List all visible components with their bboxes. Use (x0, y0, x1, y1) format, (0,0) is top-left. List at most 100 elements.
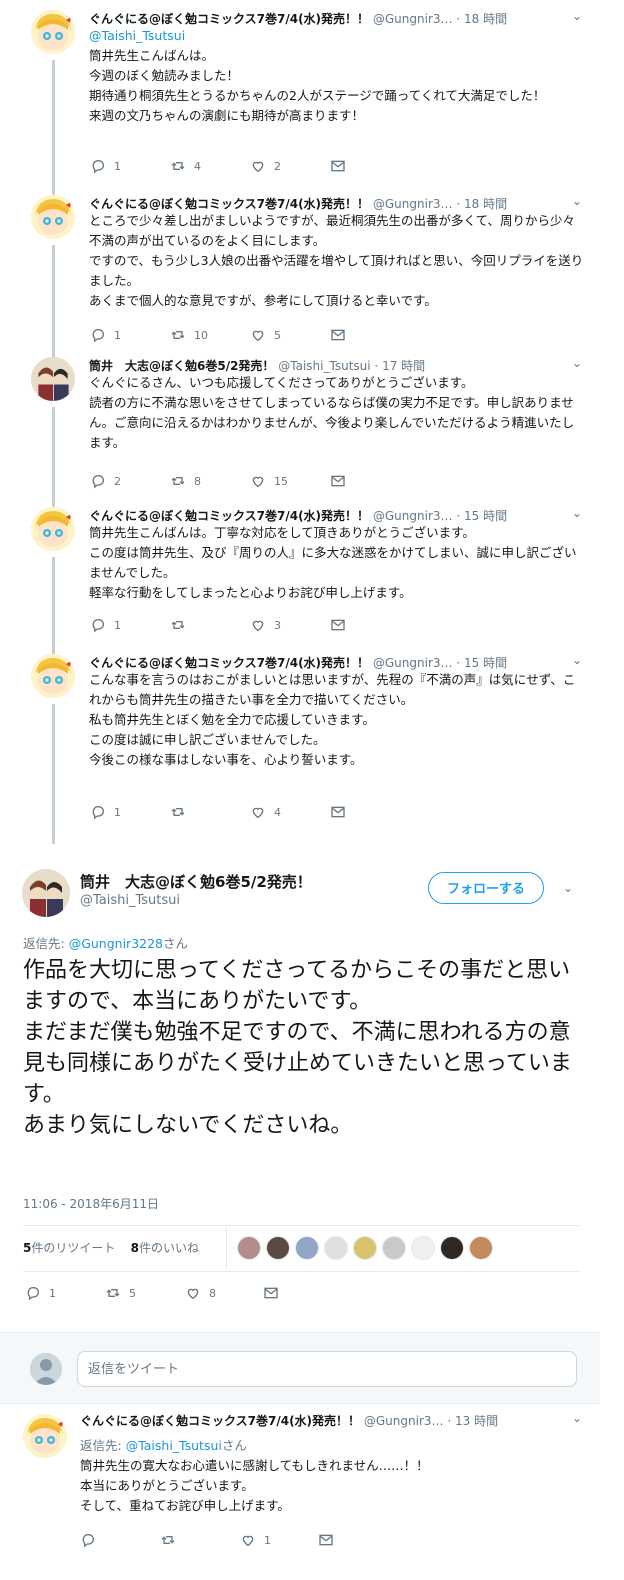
dm-action[interactable] (330, 473, 346, 489)
dm-action[interactable] (318, 1532, 334, 1548)
envelope-icon[interactable] (330, 804, 346, 820)
envelope-icon[interactable] (318, 1532, 334, 1548)
author-name[interactable]: ぐんぐにる@ぼく勉コミックス7巻7/4(水)発売！！ (89, 509, 369, 523)
author-name[interactable]: ぐんぐにる@ぼく勉コミックス7巻7/4(水)発売！！ (89, 197, 369, 211)
reply-action[interactable]: 2 (90, 473, 121, 489)
like-action[interactable]: 2 (250, 158, 281, 174)
mention-link[interactable]: @Taishi_Tsutsui (89, 26, 585, 46)
tweet-time[interactable]: 13 時間 (455, 1414, 498, 1428)
retweet-action[interactable] (170, 617, 194, 633)
reply-action[interactable] (80, 1532, 104, 1548)
reply-action[interactable]: 1 (90, 804, 121, 820)
like-stat[interactable]: 8件のいいね (131, 1241, 199, 1255)
heart-icon[interactable] (185, 1285, 201, 1301)
tweet-timestamp[interactable]: 11:06 - 2018年6月11日 (23, 1195, 159, 1212)
liker-avatar[interactable] (295, 1236, 319, 1260)
dm-action[interactable] (330, 804, 346, 820)
chevron-down-icon[interactable]: ⌄ (572, 194, 582, 208)
retweet-icon[interactable] (160, 1532, 176, 1548)
retweet-action[interactable] (170, 804, 194, 820)
reply-icon[interactable] (90, 327, 106, 343)
dm-action[interactable] (330, 327, 346, 343)
liker-avatar[interactable] (266, 1236, 290, 1260)
author-name[interactable]: ぐんぐにる@ぼく勉コミックス7巻7/4(水)発売！！ (80, 1414, 360, 1428)
like-action[interactable]: 5 (250, 327, 281, 343)
envelope-icon[interactable] (263, 1285, 279, 1301)
like-action[interactable]: 8 (185, 1285, 216, 1301)
author-handle[interactable]: @Gungnir3… (373, 656, 453, 670)
chevron-down-icon[interactable]: ⌄ (572, 1411, 582, 1425)
author-avatar[interactable] (31, 195, 75, 239)
thread-tweet[interactable]: ぐんぐにる@ぼく勉コミックス7巻7/4(水)発売！！ @Gungnir3… · … (0, 644, 600, 844)
author-handle[interactable]: @Taishi_Tsutsui (278, 359, 370, 373)
envelope-icon[interactable] (330, 473, 346, 489)
author-name[interactable]: ぐんぐにる@ぼく勉コミックス7巻7/4(水)発売！！ (89, 12, 369, 26)
author-handle[interactable]: @Gungnir3… (373, 197, 453, 211)
heart-icon[interactable] (250, 804, 266, 820)
reply-context-mention[interactable]: @Taishi_Tsutsui (126, 1438, 222, 1453)
author-name[interactable]: 筒井 大志@ぼく勉6巻5/2発売！ (89, 359, 274, 373)
reply-tweet[interactable]: ぐんぐにる@ぼく勉コミックス7巻7/4(水)発売！！ @Gungnir3… · … (0, 1402, 600, 1580)
author-name[interactable]: 筒井 大志@ぼく勉6巻5/2発売！ (80, 871, 312, 892)
envelope-icon[interactable] (330, 327, 346, 343)
retweet-action[interactable]: 5 (105, 1285, 136, 1301)
chevron-down-icon[interactable]: ⌄ (572, 506, 582, 520)
tweet-time[interactable]: 15 時間 (464, 656, 507, 670)
retweet-stat[interactable]: 5件のリツイート (23, 1241, 115, 1255)
reply-input[interactable] (77, 1351, 577, 1387)
follow-button[interactable]: フォローする (428, 872, 544, 904)
author-avatar[interactable] (31, 357, 75, 401)
chevron-down-icon[interactable]: ⌄ (572, 356, 582, 370)
current-user-avatar[interactable] (30, 1353, 62, 1385)
tweet-time[interactable]: 18 時間 (464, 12, 507, 26)
envelope-icon[interactable] (330, 158, 346, 174)
retweet-icon[interactable] (170, 473, 186, 489)
retweet-action[interactable] (160, 1532, 184, 1548)
like-action[interactable]: 15 (250, 473, 288, 489)
liker-avatar[interactable] (440, 1236, 464, 1260)
dm-action[interactable] (330, 617, 346, 633)
author-name[interactable]: ぐんぐにる@ぼく勉コミックス7巻7/4(水)発売！！ (89, 656, 369, 670)
like-action[interactable]: 3 (250, 617, 281, 633)
author-avatar[interactable] (31, 507, 75, 551)
author-handle[interactable]: @Taishi_Tsutsui (80, 893, 180, 908)
reply-action[interactable]: 1 (90, 617, 121, 633)
author-handle[interactable]: @Gungnir3… (373, 509, 453, 523)
tweet-time[interactable]: 15 時間 (464, 509, 507, 523)
heart-icon[interactable] (250, 327, 266, 343)
reply-icon[interactable] (90, 158, 106, 174)
thread-tweet[interactable]: ぐんぐにる@ぼく勉コミックス7巻7/4(水)発売！！ @Gungnir3… · … (0, 185, 600, 360)
reply-icon[interactable] (90, 473, 106, 489)
like-action[interactable]: 4 (250, 804, 281, 820)
reply-icon[interactable] (90, 617, 106, 633)
reply-context-mention[interactable]: @Gungnir3228 (69, 936, 163, 951)
envelope-icon[interactable] (330, 617, 346, 633)
liker-avatar[interactable] (324, 1236, 348, 1260)
reply-icon[interactable] (90, 804, 106, 820)
chevron-down-icon[interactable]: ⌄ (572, 653, 582, 667)
liker-avatar[interactable] (237, 1236, 261, 1260)
liker-avatar[interactable] (469, 1236, 493, 1260)
dm-action[interactable] (330, 158, 346, 174)
author-avatar[interactable] (31, 10, 75, 54)
liker-avatar[interactable] (353, 1236, 377, 1260)
thread-tweet[interactable]: ぐんぐにる@ぼく勉コミックス7巻7/4(水)発売！！ @Gungnir3… · … (0, 0, 600, 198)
retweet-action[interactable]: 10 (170, 327, 208, 343)
heart-icon[interactable] (250, 158, 266, 174)
liker-avatar[interactable] (411, 1236, 435, 1260)
author-handle[interactable]: @Gungnir3… (373, 12, 453, 26)
author-avatar[interactable] (23, 1414, 67, 1458)
chevron-down-icon[interactable]: ⌄ (572, 9, 582, 23)
thread-tweet[interactable]: ぐんぐにる@ぼく勉コミックス7巻7/4(水)発売！！ @Gungnir3… · … (0, 497, 600, 657)
reply-icon[interactable] (25, 1285, 41, 1301)
reply-action[interactable]: 1 (90, 327, 121, 343)
dm-action[interactable] (263, 1285, 279, 1301)
liker-avatar[interactable] (382, 1236, 406, 1260)
author-avatar[interactable] (31, 654, 75, 698)
retweet-action[interactable]: 4 (170, 158, 201, 174)
author-handle[interactable]: @Gungnir3… (364, 1414, 444, 1428)
tweet-time[interactable]: 18 時間 (464, 197, 507, 211)
like-action[interactable]: 1 (240, 1532, 271, 1548)
heart-icon[interactable] (250, 617, 266, 633)
retweet-icon[interactable] (105, 1285, 121, 1301)
